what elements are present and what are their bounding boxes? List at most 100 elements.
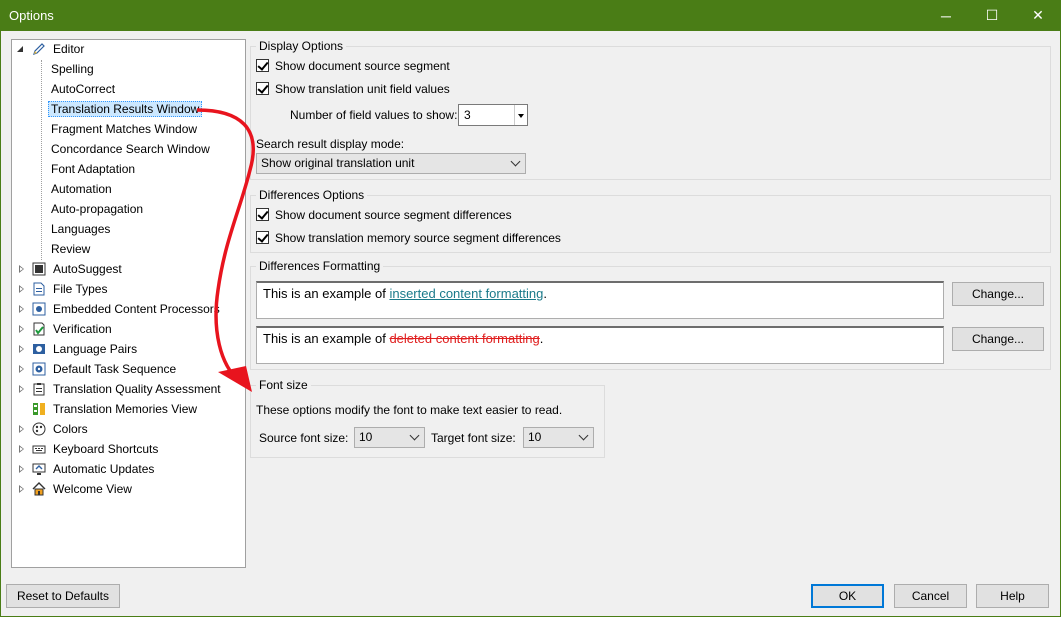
field-values-count-spinner[interactable]: 3 (458, 104, 528, 126)
palette-icon (32, 422, 46, 436)
maximize-button[interactable]: ☐ (969, 0, 1015, 31)
deleted-preview-box: This is an example of deleted content fo… (256, 326, 944, 364)
cancel-button[interactable]: Cancel (894, 584, 967, 608)
translation-memory-icon (32, 402, 46, 416)
dropdown-value: 10 (359, 430, 373, 444)
window-title: Options (9, 8, 54, 23)
target-font-size-label: Target font size: (431, 431, 516, 445)
spinner-value: 3 (464, 108, 471, 122)
tree-label: Embedded Content Processors (53, 302, 220, 316)
source-font-size-dropdown[interactable]: 10 (354, 427, 425, 448)
dropdown-value: Show original translation unit (261, 156, 415, 170)
maximize-icon: ☐ (985, 7, 999, 23)
button-label: Help (1000, 589, 1025, 603)
button-label: Reset to Defaults (16, 589, 110, 603)
target-font-size-dropdown[interactable]: 10 (523, 427, 594, 448)
file-icon (32, 282, 46, 296)
search-mode-dropdown[interactable]: Show original translation unit (256, 153, 526, 174)
spinner-divider (514, 105, 515, 125)
autosuggest-icon (32, 262, 46, 276)
expand-icon[interactable] (17, 325, 26, 334)
show-field-values-checkbox[interactable]: Show translation unit field values (256, 81, 450, 97)
group-title: Font size (256, 378, 311, 392)
home-icon (32, 482, 46, 496)
tree-label: Welcome View (53, 482, 132, 496)
minimize-button[interactable]: ─ (923, 0, 969, 31)
button-label: Change... (971, 332, 1025, 346)
tree-label: Fragment Matches Window (51, 122, 198, 136)
tree-guide (41, 60, 42, 260)
search-mode-label: Search result display mode: (256, 137, 405, 151)
group-title: Differences Formatting (256, 259, 384, 273)
collapse-icon[interactable] (17, 45, 26, 54)
help-button[interactable]: Help (976, 584, 1049, 608)
group-title: Display Options (256, 39, 347, 53)
chevron-down-icon (409, 430, 420, 441)
change-inserted-button[interactable]: Change... (952, 282, 1044, 306)
tree-item-automation[interactable]: Automation (48, 180, 115, 198)
tree-label: Concordance Search Window (51, 142, 210, 156)
keyboard-icon (32, 442, 46, 456)
tree-item-autocorrect[interactable]: AutoCorrect (48, 80, 118, 98)
field-values-label: Number of field values to show: (290, 108, 458, 122)
monitor-icon (32, 462, 46, 476)
close-button[interactable]: ✕ (1015, 0, 1061, 31)
tree-item-translation-results-window[interactable]: Translation Results Window (48, 100, 203, 118)
expand-icon[interactable] (17, 265, 26, 274)
tree-label: Automation (51, 182, 112, 196)
tree-label: Spelling (51, 62, 94, 76)
doc-source-diff-checkbox[interactable]: Show document source segment differences (256, 207, 512, 223)
inserted-preview-box: This is an example of inserted content f… (256, 281, 944, 319)
change-deleted-button[interactable]: Change... (952, 327, 1044, 351)
checkbox-label: Show document source segment (275, 59, 450, 73)
expand-icon[interactable] (17, 485, 26, 494)
button-label: Cancel (911, 589, 950, 603)
options-tree[interactable]: Editor Spelling AutoCorrect Translation … (11, 39, 246, 568)
gear-icon (32, 362, 46, 376)
expand-icon[interactable] (17, 345, 26, 354)
dropdown-arrow-icon[interactable] (518, 114, 524, 118)
language-pairs-icon (32, 342, 46, 356)
tree-label: Review (51, 242, 91, 256)
ok-button[interactable]: OK (811, 584, 884, 608)
group-title: Differences Options (256, 188, 368, 202)
tm-source-diff-checkbox[interactable]: Show translation memory source segment d… (256, 230, 561, 246)
expand-icon[interactable] (17, 365, 26, 374)
show-source-segment-checkbox[interactable]: Show document source segment (256, 58, 450, 74)
preview-text: This is an example of (263, 331, 390, 346)
tree-label: Translation Results Window (48, 101, 203, 117)
checkbox-label: Show translation memory source segment d… (275, 231, 561, 245)
reset-to-defaults-button[interactable]: Reset to Defaults (6, 584, 120, 608)
clipboard-icon (32, 382, 46, 396)
expand-icon[interactable] (17, 465, 26, 474)
checkmark-icon (256, 231, 269, 244)
tree-item-fragment-matches-window[interactable]: Fragment Matches Window (48, 120, 200, 138)
chevron-down-icon (510, 156, 521, 167)
expand-icon[interactable] (17, 445, 26, 454)
tree-label: File Types (53, 282, 108, 296)
expand-icon[interactable] (17, 285, 26, 294)
tree-label: Colors (53, 422, 88, 436)
tree-label: Translation Memories View (53, 402, 198, 416)
expand-icon[interactable] (17, 305, 26, 314)
processor-icon (32, 302, 46, 316)
font-size-description: These options modify the font to make te… (256, 403, 563, 417)
close-icon: ✕ (1032, 7, 1044, 23)
tree-item-font-adaptation[interactable]: Font Adaptation (48, 160, 138, 178)
tree-item-auto-propagation[interactable]: Auto-propagation (48, 200, 146, 218)
tree-label: Languages (51, 222, 111, 236)
tree-item-languages[interactable]: Languages (48, 220, 113, 238)
verification-icon (32, 322, 46, 336)
expand-icon[interactable] (17, 385, 26, 394)
tree-item-concordance-search-window[interactable]: Concordance Search Window (48, 140, 213, 158)
button-label: OK (838, 589, 857, 603)
tree-label: Automatic Updates (53, 462, 155, 476)
expand-icon[interactable] (17, 425, 26, 434)
tree-label: Keyboard Shortcuts (53, 442, 159, 456)
tree-item-review[interactable]: Review (48, 240, 93, 258)
minimize-icon: ─ (941, 7, 951, 24)
button-label: Change... (971, 287, 1025, 301)
tree-label: Translation Quality Assessment (53, 382, 221, 396)
tree-item-spelling[interactable]: Spelling (48, 60, 97, 78)
title-bar: Options ─ ☐ ✕ (0, 0, 1061, 31)
